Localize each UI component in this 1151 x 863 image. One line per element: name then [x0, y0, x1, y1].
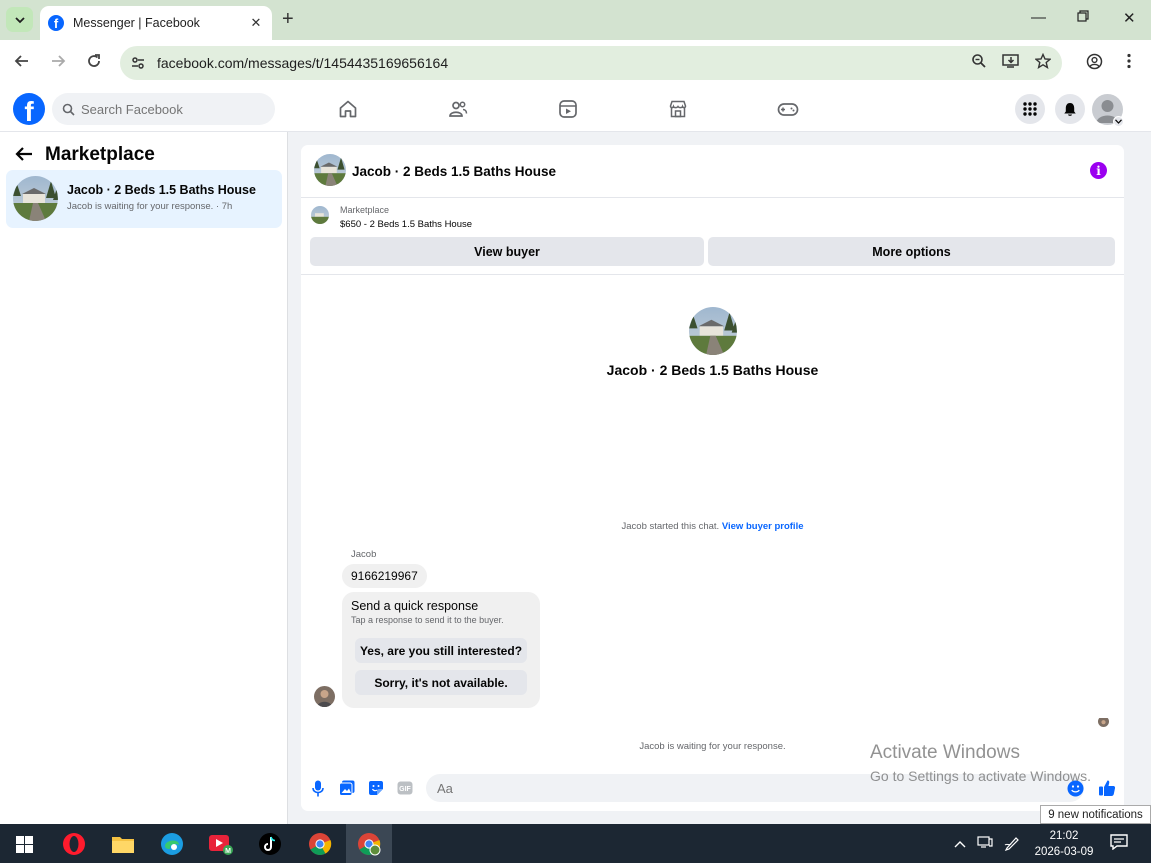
view-buyer-button[interactable]: View buyer [310, 237, 704, 266]
gaming-icon[interactable] [777, 98, 799, 120]
listing-thumbnail [311, 206, 329, 224]
facebook-search[interactable] [52, 93, 275, 125]
search-input[interactable] [81, 101, 261, 117]
tray-chevron-up-icon[interactable] [954, 835, 966, 851]
zoom-icon[interactable] [971, 53, 987, 74]
quick-response-card: Send a quick response Tap a response to … [342, 592, 540, 708]
more-options-button[interactable]: More options [708, 237, 1115, 266]
notifications-tooltip: 9 new notifications [1040, 805, 1151, 824]
system-clock[interactable]: 21:02 2026-03-09 [1030, 828, 1098, 860]
quick-reply-interested-button[interactable]: Yes, are you still interested? [355, 638, 527, 663]
listing-price-title: $650 - 2 Beds 1.5 Baths House [340, 219, 473, 230]
action-center-icon[interactable] [1110, 834, 1128, 853]
address-bar[interactable]: facebook.com/messages/t/1454435169656164 [120, 46, 1062, 80]
clock-date: 2026-03-09 [1034, 846, 1094, 858]
browser-menu-icon[interactable] [1127, 53, 1131, 74]
facebook-top-bar: f [0, 86, 1151, 132]
tab-title: Messenger | Facebook [73, 16, 200, 30]
marketplace-sidebar: Marketplace Jacob · 2 Beds 1.5 Baths Hou… [0, 132, 288, 824]
chat-started-notice: Jacob started this chat. View buyer prof… [301, 521, 1124, 532]
intro-avatar [689, 307, 737, 355]
opera-icon[interactable] [61, 831, 87, 857]
chat-panel: Jacob · 2 Beds 1.5 Baths House i Marketp… [301, 145, 1124, 811]
conversation-name: Jacob · 2 Beds 1.5 Baths House [67, 183, 256, 197]
facebook-logo-icon[interactable]: f [13, 93, 45, 125]
marketplace-icon[interactable] [667, 98, 689, 120]
browser-toolbar: facebook.com/messages/t/1454435169656164 [0, 40, 1151, 86]
intro-name: Jacob · 2 Beds 1.5 Baths House [606, 362, 819, 378]
bookmark-star-icon[interactable] [1034, 52, 1052, 74]
new-tab-icon[interactable]: + [282, 8, 294, 31]
windows-taskbar: M 21:02 2026-03-09 [0, 824, 1151, 863]
sidebar-title: Marketplace [45, 144, 155, 165]
microphone-icon[interactable] [309, 779, 327, 797]
close-window-icon[interactable]: ✕ [1123, 9, 1136, 27]
view-buyer-profile-link[interactable]: View buyer profile [722, 521, 804, 532]
seen-indicator-avatar [1098, 716, 1109, 727]
friends-icon[interactable] [447, 98, 469, 120]
browser-tab-bar: f Messenger | Facebook ✕ + — ✕ [0, 0, 1151, 40]
conversation-preview: Jacob is waiting for your response. · 7h [67, 201, 233, 212]
clock-time: 21:02 [1049, 830, 1079, 842]
listing-avatar [13, 176, 58, 221]
message-bubble[interactable]: 9166219967 [342, 564, 427, 588]
svg-text:M: M [225, 848, 231, 855]
url-text[interactable]: facebook.com/messages/t/1454435169656164 [157, 55, 448, 71]
sender-name: Jacob [351, 549, 377, 560]
tab-search-button[interactable] [6, 7, 33, 32]
buyer-avatar [314, 686, 335, 707]
chat-title[interactable]: Jacob · 2 Beds 1.5 Baths House [352, 164, 556, 179]
reload-icon[interactable] [86, 53, 102, 74]
browser-tab[interactable]: f Messenger | Facebook ✕ [40, 6, 272, 40]
tiktok-icon[interactable] [257, 831, 283, 857]
marketplace-label: Marketplace [340, 205, 390, 215]
site-settings-icon[interactable] [130, 55, 146, 76]
network-icon[interactable] [977, 835, 993, 852]
conversation-item[interactable]: Jacob · 2 Beds 1.5 Baths House Jacob is … [6, 170, 282, 228]
started-text: Jacob started this chat. [621, 521, 720, 532]
info-icon[interactable]: i [1090, 162, 1107, 179]
edge-icon[interactable] [159, 831, 185, 857]
forward-arrow-icon[interactable] [50, 53, 66, 74]
svg-text:GIF: GIF [399, 786, 411, 793]
activate-windows-watermark: Activate Windows Go to Settings to activ… [870, 742, 1091, 784]
gif-icon[interactable]: GIF [396, 779, 414, 797]
tab-close-icon[interactable]: ✕ [248, 15, 264, 31]
sticker-icon[interactable] [367, 779, 385, 797]
activate-title: Activate Windows [870, 742, 1020, 763]
back-arrow-icon[interactable] [14, 53, 30, 74]
back-arrow-icon[interactable] [15, 146, 33, 168]
listing-summary[interactable]: Marketplace $650 - 2 Beds 1.5 Baths Hous… [301, 199, 1124, 235]
minimize-icon[interactable]: — [1031, 9, 1046, 26]
facebook-favicon-icon: f [48, 15, 64, 31]
thumbs-up-icon[interactable] [1098, 779, 1116, 797]
chat-avatar[interactable] [314, 154, 346, 186]
chat-header: Jacob · 2 Beds 1.5 Baths House i [301, 145, 1124, 198]
chrome-icon[interactable] [307, 831, 333, 857]
profile-icon[interactable] [1086, 53, 1103, 75]
quick-response-title: Send a quick response [351, 599, 479, 613]
home-icon[interactable] [337, 98, 359, 120]
restore-icon[interactable] [1077, 9, 1089, 26]
quick-response-subtitle: Tap a response to send it to the buyer. [351, 615, 504, 625]
install-app-icon[interactable] [1002, 53, 1020, 74]
file-explorer-icon[interactable] [110, 831, 136, 857]
activate-subtitle: Go to Settings to activate Windows. [870, 768, 1091, 784]
account-chevron-icon[interactable] [1113, 116, 1124, 127]
header-divider [301, 274, 1124, 275]
video-icon[interactable] [557, 98, 579, 120]
chevron-down-icon [14, 16, 25, 23]
menu-grid-icon[interactable] [1015, 94, 1045, 124]
media-app-icon[interactable]: M [208, 831, 234, 857]
notifications-bell-icon[interactable] [1055, 94, 1085, 124]
windows-start-icon[interactable] [11, 831, 37, 857]
quick-reply-not-available-button[interactable]: Sorry, it's not available. [355, 670, 527, 695]
pen-icon[interactable] [1004, 835, 1020, 854]
photo-icon[interactable] [338, 779, 356, 797]
search-icon [62, 103, 75, 116]
chrome-profile-icon[interactable] [356, 831, 382, 857]
